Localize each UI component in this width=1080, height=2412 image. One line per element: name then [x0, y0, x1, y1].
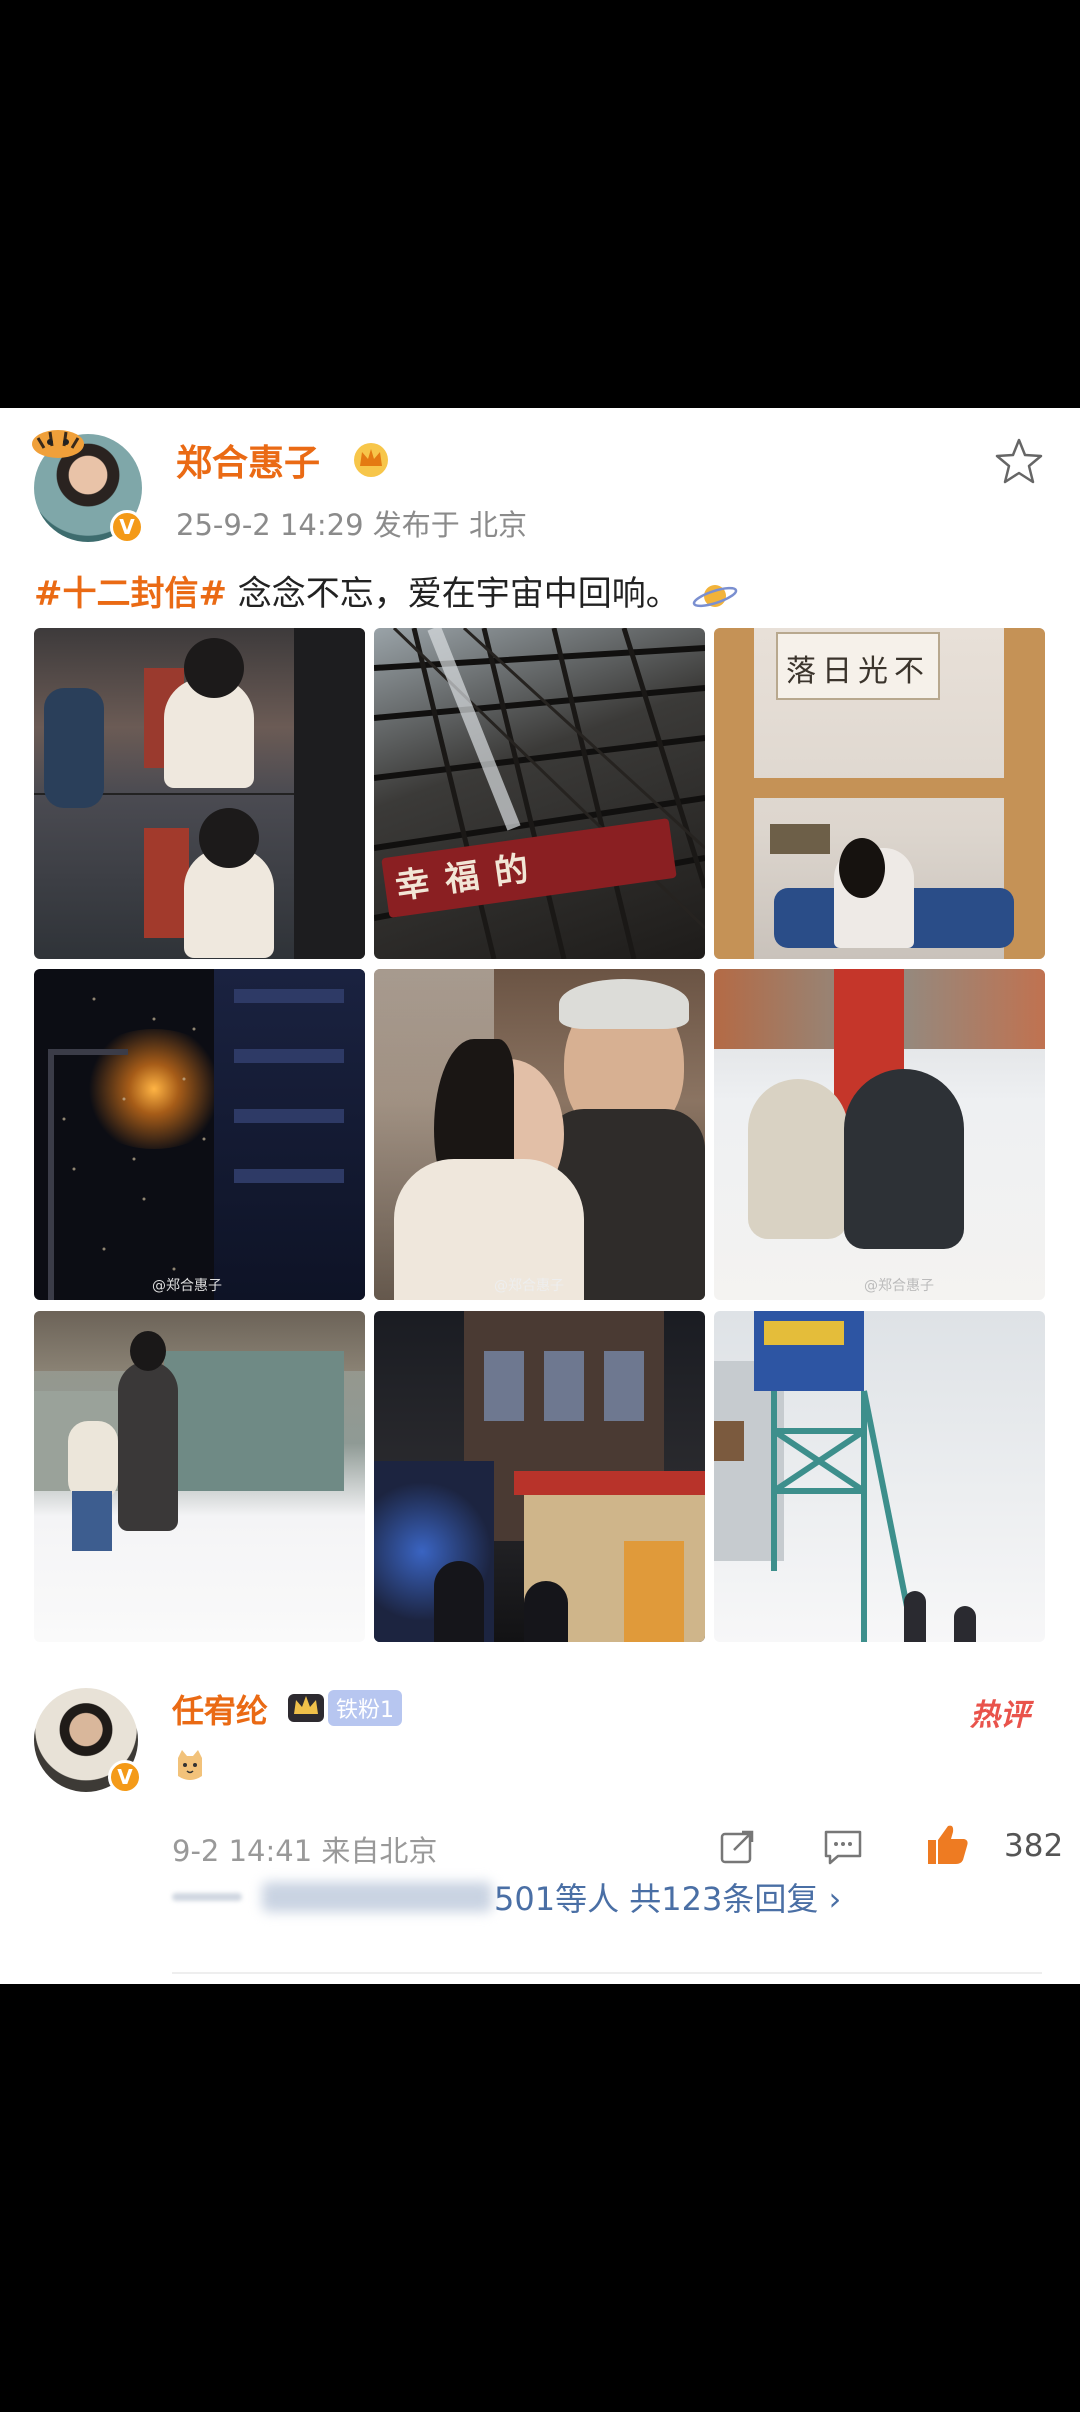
hot-comment-tag: 热评 [970, 1698, 1030, 1733]
crown-icon [354, 443, 388, 477]
weibo-post-card: V 郑合惠子 25-9-2 14:29 发布于 北京 #十二封信# 念念不忘，爱… [0, 408, 1080, 1984]
crane-structure-graphic [771, 1390, 917, 1642]
photo-watermark: @郑合惠子 [152, 1278, 222, 1294]
photo-9[interactable] [714, 1311, 1045, 1642]
like-icon[interactable] [924, 1822, 970, 1866]
planet-icon [692, 584, 737, 607]
fan-level-badge: 铁粉1 [328, 1690, 402, 1726]
photo-6[interactable]: @郑合惠子 [714, 969, 1045, 1300]
comment-icon[interactable] [822, 1828, 864, 1866]
commenter-name[interactable]: 任宥纶 [172, 1686, 268, 1732]
verified-icon: V [110, 510, 144, 544]
cat-emoji-icon [178, 1750, 202, 1780]
tiger-decoration-icon [32, 430, 84, 458]
snow-particles-graphic [62, 997, 206, 1271]
calligraphy-text: 落日光不 [786, 654, 930, 689]
photo-watermark-3: @郑合惠子 [864, 1278, 934, 1294]
commenter-avatar[interactable]: V [34, 1688, 142, 1794]
hashtag-link[interactable]: #十二封信# [34, 574, 227, 614]
verified-icon-2: V [108, 1760, 142, 1794]
divider [172, 1972, 1042, 1974]
post-text: #十二封信# 念念不忘，爱在宇宙中回响。 [34, 566, 739, 615]
photo-watermark-2: @郑合惠子 [494, 1278, 564, 1294]
photo-1[interactable] [34, 628, 365, 959]
blurred-ellipsis [172, 1893, 242, 1901]
share-icon[interactable] [718, 1826, 758, 1866]
photo-2[interactable]: 幸 福 的 [374, 628, 705, 959]
comment-meta: 9-2 14:41 来自北京 [172, 1834, 438, 1868]
photo-8[interactable] [374, 1311, 705, 1642]
star-icon[interactable] [994, 436, 1044, 486]
post-body: 念念不忘，爱在宇宙中回响。 [226, 574, 680, 614]
post-meta: 25-9-2 14:29 发布于 北京 [176, 508, 527, 542]
like-count: 382 [1004, 1828, 1064, 1864]
blurred-usernames [262, 1882, 492, 1912]
photo-3[interactable]: 落日光不 [714, 628, 1045, 959]
photo-7[interactable] [34, 1311, 365, 1642]
crown-badge-icon [288, 1694, 324, 1722]
author-avatar[interactable]: V [32, 430, 144, 544]
photo-4[interactable]: @郑合惠子 [34, 969, 365, 1300]
view-replies-link[interactable]: 501等人 共123条回复 › [494, 1874, 841, 1920]
author-name[interactable]: 郑合惠子 [176, 434, 320, 486]
photo-5[interactable]: @郑合惠子 [374, 969, 705, 1300]
